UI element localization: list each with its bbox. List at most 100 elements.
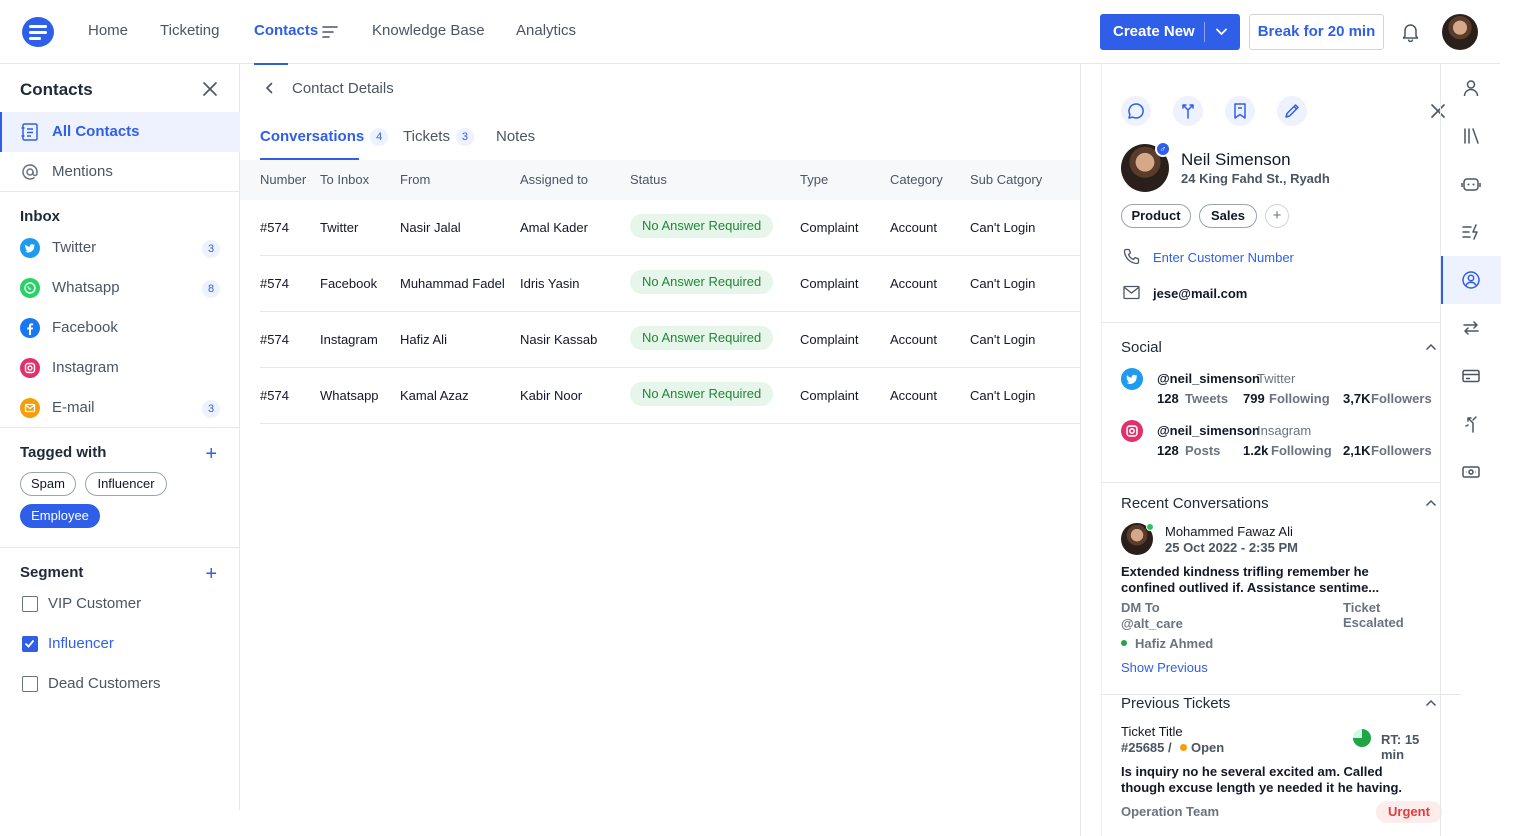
conversation-message[interactable]: Extended kindness trifling remember he c… xyxy=(1121,564,1421,596)
tab-label: Tickets xyxy=(403,128,450,145)
following-value: 799 xyxy=(1243,391,1265,406)
table-row[interactable]: #574 Instagram Hafiz Ali Nasir Kassab No… xyxy=(260,312,1080,368)
close-icon[interactable] xyxy=(203,82,217,96)
nav-contacts[interactable]: Contacts xyxy=(254,22,318,65)
cell-subcategory: Can't Login xyxy=(970,388,1036,403)
break-button[interactable]: Break for 20 min xyxy=(1249,14,1384,50)
nav-knowledge-base[interactable]: Knowledge Base xyxy=(372,22,485,64)
segment-vip-customer[interactable]: VIP Customer xyxy=(0,584,240,624)
inbox-item-twitter[interactable]: Twitter 3 xyxy=(0,228,240,268)
show-previous-link[interactable]: Show Previous xyxy=(1121,660,1208,675)
nav-analytics[interactable]: Analytics xyxy=(516,22,576,64)
cell-number: #574 xyxy=(260,220,289,235)
inbox-item-facebook[interactable]: Facebook xyxy=(0,308,240,348)
column-header[interactable]: From xyxy=(400,172,430,187)
twitter-handle[interactable]: @neil_simenson xyxy=(1157,371,1260,386)
previous-tickets-heading: Previous Tickets xyxy=(1121,695,1231,712)
rail-transfer-button[interactable] xyxy=(1441,304,1501,352)
followers-label: Followers xyxy=(1371,391,1432,406)
column-header[interactable]: Type xyxy=(800,172,828,187)
segment-label: VIP Customer xyxy=(48,595,142,612)
sidebar-item-mentions[interactable]: Mentions xyxy=(0,152,240,192)
rail-merge-button[interactable] xyxy=(1441,400,1501,448)
add-tag-icon[interactable]: + xyxy=(205,444,217,464)
tag-chip-spam[interactable]: Spam xyxy=(20,472,76,496)
table-header: Number To Inbox From Assigned to Status … xyxy=(240,160,1080,200)
column-header[interactable]: Sub Catgory xyxy=(970,172,1042,187)
bookmark-action-button[interactable] xyxy=(1225,96,1255,126)
segment-influencer[interactable]: Influencer xyxy=(0,624,240,664)
top-bar: Home Ticketing Contacts Knowledge Base A… xyxy=(0,0,1500,65)
ticket-number: #25685 / xyxy=(1121,740,1172,755)
cell-category: Account xyxy=(890,388,937,403)
segment-dead-customers[interactable]: Dead Customers xyxy=(0,664,240,704)
chevron-left-icon[interactable] xyxy=(265,82,274,94)
instagram-icon xyxy=(1121,420,1143,442)
bell-icon[interactable] xyxy=(1401,22,1420,42)
rail-bot-button[interactable] xyxy=(1441,160,1501,208)
library-icon xyxy=(1464,128,1479,144)
bookmark-icon xyxy=(1234,103,1246,119)
table-row[interactable]: #574 Facebook Muhammad Fadel Idris Yasin… xyxy=(260,256,1080,312)
rail-profile-button[interactable] xyxy=(1441,256,1501,304)
app-logo[interactable] xyxy=(22,17,54,47)
column-header[interactable]: Assigned to xyxy=(520,172,588,187)
chevron-up-icon[interactable] xyxy=(1425,343,1437,351)
checkbox[interactable] xyxy=(22,596,38,612)
merge-action-button[interactable] xyxy=(1173,96,1203,126)
phone-input[interactable]: Enter Customer Number xyxy=(1153,250,1294,265)
edit-action-button[interactable] xyxy=(1277,96,1307,126)
add-tag-button[interactable]: + xyxy=(1265,204,1289,228)
column-header[interactable]: To Inbox xyxy=(320,172,369,187)
column-header[interactable]: Status xyxy=(630,172,667,187)
nav-home[interactable]: Home xyxy=(88,22,128,64)
cell-assigned: Amal Kader xyxy=(520,220,588,235)
cell-subcategory: Can't Login xyxy=(970,332,1036,347)
contact-tag-sales[interactable]: Sales xyxy=(1199,204,1257,228)
ticket-title[interactable]: Ticket Title xyxy=(1121,724,1183,739)
ticket-escalated-status: Ticket Escalated xyxy=(1343,600,1404,630)
user-avatar[interactable] xyxy=(1442,14,1478,50)
tag-chip-employee[interactable]: Employee xyxy=(20,504,100,528)
column-header[interactable]: Category xyxy=(890,172,943,187)
rail-billing-button[interactable] xyxy=(1441,352,1501,400)
instagram-handle[interactable]: @neil_simenson xyxy=(1157,423,1260,438)
chevron-up-icon[interactable] xyxy=(1425,699,1437,707)
checkbox-checked[interactable] xyxy=(22,636,38,652)
cell-number: #574 xyxy=(260,332,289,347)
inbox-item-instagram[interactable]: Instagram xyxy=(0,348,240,388)
cell-inbox: Instagram xyxy=(320,332,378,347)
checkbox[interactable] xyxy=(22,676,38,692)
create-new-button[interactable]: Create New xyxy=(1100,14,1240,50)
tab-tickets[interactable]: Tickets 3 xyxy=(403,128,474,146)
inbox-item-whatsapp[interactable]: Whatsapp 8 xyxy=(0,268,240,308)
sidebar-item-all-contacts[interactable]: All Contacts xyxy=(0,112,240,152)
add-segment-icon[interactable]: + xyxy=(205,564,217,584)
inbox-item-email[interactable]: E-mail 3 xyxy=(0,388,240,428)
rail-library-button[interactable] xyxy=(1441,112,1501,160)
following-label: Following xyxy=(1271,443,1332,458)
rail-quick-actions-button[interactable] xyxy=(1441,208,1501,256)
rail-ticket-button[interactable] xyxy=(1441,448,1501,496)
filter-lines-icon[interactable] xyxy=(322,25,338,39)
cell-subcategory: Can't Login xyxy=(970,220,1036,235)
contacts-list-icon xyxy=(21,123,38,141)
chevron-up-icon[interactable] xyxy=(1425,499,1437,507)
rail-contact-button[interactable] xyxy=(1441,64,1501,112)
cell-from: Kamal Azaz xyxy=(400,388,469,403)
credit-card-icon xyxy=(1462,369,1480,383)
table-row[interactable]: #574 Whatsapp Kamal Azaz Kabir Noor No A… xyxy=(260,368,1080,424)
column-header[interactable]: Number xyxy=(260,172,306,187)
following-value: 1.2k xyxy=(1243,443,1269,458)
tag-chip-influencer[interactable]: Influencer xyxy=(85,472,167,496)
chat-action-button[interactable] xyxy=(1121,96,1151,126)
agent-name: Hafiz Ahmed xyxy=(1135,636,1214,651)
cell-type: Complaint xyxy=(800,388,859,403)
chevron-down-icon[interactable] xyxy=(1216,28,1227,36)
tab-conversations[interactable]: Conversations 4 xyxy=(260,128,389,146)
table-row[interactable]: #574 Twitter Nasir Jalal Amal Kader No A… xyxy=(260,200,1080,256)
tab-notes[interactable]: Notes xyxy=(496,128,535,145)
contact-tag-product[interactable]: Product xyxy=(1121,204,1191,228)
nav-ticketing[interactable]: Ticketing xyxy=(160,22,219,64)
dm-handle: @alt_care xyxy=(1121,616,1183,631)
